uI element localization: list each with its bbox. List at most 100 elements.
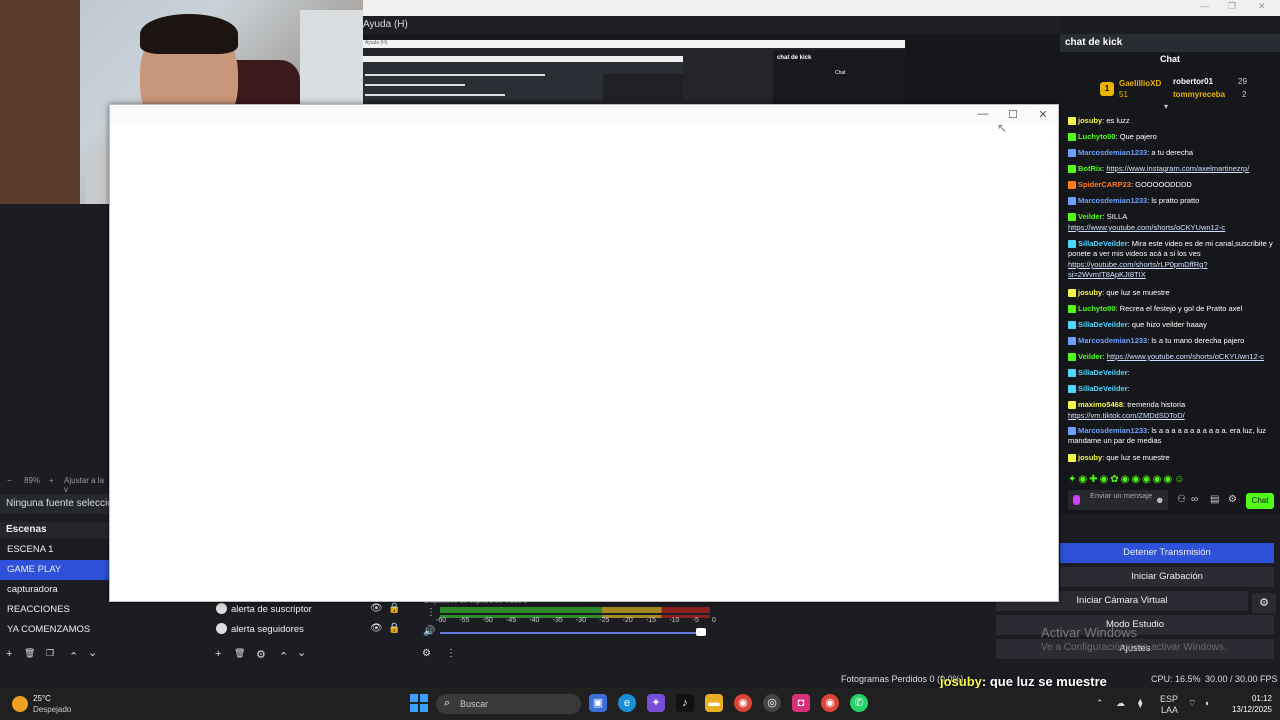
- close-icon[interactable]: ✕: [1033, 108, 1053, 121]
- chat-username[interactable]: maximo5468: [1078, 400, 1123, 409]
- chat-username[interactable]: josuby: [1078, 288, 1102, 297]
- add-source-button[interactable]: +: [215, 648, 221, 660]
- input-layout[interactable]: LAA: [1161, 705, 1178, 715]
- chat-link[interactable]: https://vm.tiktok.com/ZMDdSDToD/: [1068, 411, 1185, 420]
- lock-icon[interactable]: 🔒: [388, 623, 400, 634]
- file-explorer-icon[interactable]: ▬: [705, 694, 723, 712]
- input-language[interactable]: ESP: [1160, 694, 1178, 704]
- chat-username[interactable]: SillaDeVeilder: [1078, 368, 1128, 377]
- wifi-icon[interactable]: ⌔: [1188, 698, 1196, 709]
- taskbar-search[interactable]: ⌕ Buscar: [436, 694, 581, 714]
- maximize-icon[interactable]: ☐: [1003, 108, 1023, 121]
- eye-icon[interactable]: 👁: [370, 623, 383, 634]
- move-scene-up-button[interactable]: ⌃: [69, 650, 78, 663]
- remove-source-button[interactable]: 🗑: [234, 648, 245, 659]
- chat-link[interactable]: https://www.youtube.com/shorts/oCKYUwn12…: [1107, 352, 1264, 361]
- leader-name[interactable]: robertor01: [1173, 77, 1213, 86]
- edge-browser-icon[interactable]: e: [618, 694, 636, 712]
- source-settings-button[interactable]: ⚙: [256, 648, 266, 661]
- chat-username[interactable]: Veilder: [1078, 352, 1103, 361]
- chat-username[interactable]: SillaDeVeilder: [1078, 239, 1128, 248]
- source-item[interactable]: alerta de suscriptor 👁 🔒: [210, 600, 415, 620]
- chat-settings-icon[interactable]: ⚙: [1228, 494, 1237, 505]
- task-view-icon[interactable]: ▣: [589, 694, 607, 712]
- chat-username[interactable]: Marcosdemian1233: [1078, 336, 1147, 345]
- microphone-icon[interactable]: [1073, 495, 1080, 505]
- chat-username[interactable]: Marcosdemian1233: [1078, 148, 1147, 157]
- chat-username[interactable]: josuby: [1078, 453, 1102, 462]
- chat-link[interactable]: https://www.youtube.com/shorts/oCKYUwn12…: [1068, 223, 1225, 232]
- minimize-icon[interactable]: —: [973, 108, 993, 120]
- chat-username[interactable]: Luchyto00: [1078, 132, 1116, 141]
- scene-item[interactable]: REACCIONES: [0, 600, 109, 620]
- remove-scene-button[interactable]: 🗑: [24, 648, 35, 659]
- copilot-icon[interactable]: ✦: [647, 694, 665, 712]
- leader-name[interactable]: GaelillioXD: [1119, 79, 1161, 88]
- leader-name[interactable]: tommyreceba: [1173, 90, 1225, 99]
- scene-item[interactable]: capturadora: [0, 580, 109, 600]
- scene-item[interactable]: ESCENA 1: [0, 540, 109, 560]
- eye-icon[interactable]: 👁: [370, 603, 383, 614]
- stop-stream-button[interactable]: Detener Transmisión: [1060, 543, 1274, 563]
- windows-start-icon[interactable]: [410, 694, 428, 712]
- source-item[interactable]: alerta seguidores 👁 🔒: [210, 620, 415, 640]
- virtual-camera-gear-icon[interactable]: ⚙: [1252, 593, 1276, 613]
- chat-username[interactable]: Marcosdemian1233: [1078, 426, 1147, 435]
- emote-bar[interactable]: ✦◉✚◉✿◉◉◉◉◉☺: [1068, 474, 1218, 486]
- source-type-icon: [216, 603, 227, 614]
- obs-icon[interactable]: ◎: [763, 694, 781, 712]
- add-scene-button[interactable]: +: [6, 648, 12, 660]
- scene-item-selected[interactable]: GAME PLAY: [0, 560, 109, 580]
- tiktok-icon[interactable]: ♪: [676, 694, 694, 712]
- network-tray-icon[interactable]: ☁: [1116, 698, 1125, 709]
- chat-username[interactable]: Veilder: [1078, 212, 1103, 221]
- speaker-icon[interactable]: 🔊: [423, 626, 435, 637]
- microphone-tray-icon[interactable]: ⧫: [1138, 698, 1142, 709]
- maximize-icon[interactable]: ❐: [1228, 1, 1236, 12]
- mixer-settings-icon[interactable]: ⚙: [422, 648, 431, 659]
- scene-item[interactable]: YA COMENZAMOS: [0, 620, 109, 640]
- chrome-profile-icon[interactable]: ◉: [821, 694, 839, 712]
- tick-label: -15: [645, 617, 657, 624]
- chat-link[interactable]: https://www.instagram.com/axelmartinezrp…: [1106, 164, 1249, 173]
- chat-username[interactable]: BotRix: [1078, 164, 1102, 173]
- zoom-in-button[interactable]: +: [49, 476, 54, 485]
- whatsapp-icon[interactable]: ✆: [850, 694, 868, 712]
- mixer-more-icon[interactable]: ⋮: [446, 648, 456, 659]
- instagram-icon[interactable]: ◘: [792, 694, 810, 712]
- link-icon[interactable]: ∞: [1191, 494, 1198, 505]
- chat-username[interactable]: SpiderCARP23: [1078, 180, 1131, 189]
- emoji-icon[interactable]: ☻: [1155, 495, 1164, 505]
- users-icon[interactable]: ⚇: [1177, 494, 1186, 505]
- close-icon[interactable]: ✕: [1258, 1, 1266, 12]
- minimize-icon[interactable]: —: [1200, 1, 1209, 11]
- start-recording-button[interactable]: Iniciar Grabación: [1060, 567, 1274, 587]
- chat-username[interactable]: josuby: [1078, 116, 1102, 125]
- chrome-icon[interactable]: ◉: [734, 694, 752, 712]
- volume-slider[interactable]: [440, 632, 705, 634]
- taskbar-clock[interactable]: 01:12 13/12/2025: [1226, 693, 1272, 715]
- zoom-fit-button[interactable]: Ajustar a la v: [64, 476, 109, 494]
- chat-send-button[interactable]: Chat: [1246, 493, 1274, 509]
- chat-colon: :: [1127, 384, 1130, 393]
- move-source-up-button[interactable]: ⌃: [279, 650, 288, 663]
- volume-slider-handle[interactable]: [696, 628, 706, 636]
- chat-username[interactable]: SillaDeVeilder: [1078, 384, 1128, 393]
- chat-username[interactable]: Marcosdemian1233: [1078, 196, 1147, 205]
- chat-link[interactable]: https://youtube.com/shorts/rLP0pmDffRg?s…: [1068, 260, 1208, 279]
- more-icon[interactable]: ⋮: [426, 607, 436, 618]
- chat-message: SillaDeVeilder: que hizo veilder haaay: [1068, 320, 1273, 330]
- lock-icon[interactable]: 🔒: [388, 603, 400, 614]
- scene-filter-button[interactable]: ❐: [46, 648, 54, 659]
- menu-help[interactable]: Ayuda (H): [363, 19, 408, 30]
- move-source-down-button[interactable]: ⌄: [297, 646, 306, 659]
- chat-input[interactable]: Enviar un mensaje ☻: [1068, 490, 1168, 510]
- collapse-icon[interactable]: ▾: [1164, 102, 1168, 111]
- timer-icon[interactable]: ▤: [1210, 494, 1219, 505]
- chat-username[interactable]: SillaDeVeilder: [1078, 320, 1128, 329]
- chat-username[interactable]: Luchyto00: [1078, 304, 1116, 313]
- chevron-up-icon[interactable]: ⌃: [1096, 698, 1104, 709]
- volume-icon[interactable]: ◖: [1204, 698, 1209, 708]
- move-scene-down-button[interactable]: ⌄: [88, 646, 97, 659]
- zoom-out-button[interactable]: −: [7, 476, 12, 485]
